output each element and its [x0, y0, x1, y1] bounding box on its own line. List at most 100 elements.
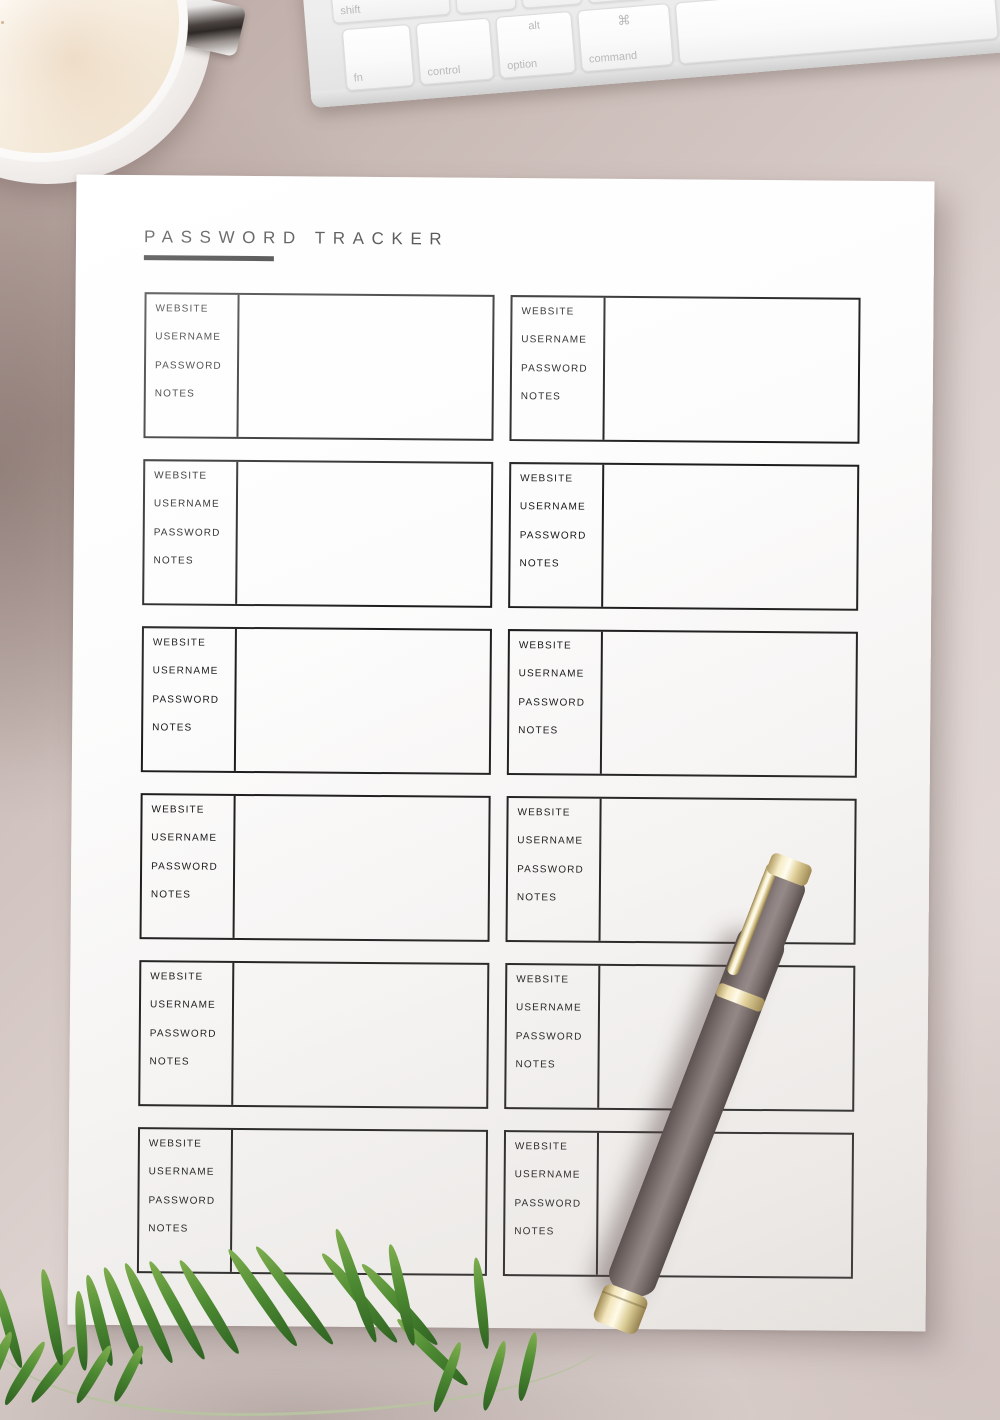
field-password[interactable]	[604, 522, 857, 552]
field-website[interactable]	[599, 1133, 852, 1163]
password-card[interactable]: WEBSITE USERNAME PASSWORD NOTES	[142, 459, 494, 608]
label-website: WEBSITE	[520, 472, 574, 485]
label-username: USERNAME	[148, 1166, 215, 1179]
password-card[interactable]: WEBSITE USERNAME PASSWORD NOTES	[506, 629, 858, 778]
label-website: WEBSITE	[514, 1140, 569, 1153]
field-username[interactable]	[603, 660, 856, 691]
label-row-notes: NOTES	[142, 881, 233, 910]
card-write-area[interactable]	[601, 799, 855, 943]
card-label-column: WEBSITE USERNAME PASSWORD NOTES	[511, 297, 606, 440]
password-card-grid: WEBSITE USERNAME PASSWORD NOTES WEBSITE …	[136, 292, 861, 1279]
label-row-password: PASSWORD	[143, 685, 234, 714]
password-card[interactable]: WEBSITE USERNAME PASSWORD NOTES	[140, 626, 492, 775]
label-password: PASSWORD	[519, 529, 587, 542]
field-username[interactable]	[605, 326, 858, 357]
field-password[interactable]	[238, 519, 491, 549]
field-username[interactable]	[235, 824, 488, 855]
label-website: WEBSITE	[516, 973, 570, 986]
password-card[interactable]: WEBSITE USERNAME PASSWORD NOTES	[138, 960, 490, 1109]
field-notes[interactable]	[602, 717, 855, 748]
field-username[interactable]	[604, 493, 857, 524]
label-username: USERNAME	[155, 331, 222, 344]
label-row-password: PASSWORD	[509, 688, 600, 717]
field-website[interactable]	[601, 799, 854, 829]
field-username[interactable]	[239, 323, 492, 354]
field-password[interactable]	[234, 1020, 487, 1050]
field-notes[interactable]	[605, 383, 858, 414]
field-notes[interactable]	[601, 884, 854, 915]
key-command: ⌘ command	[577, 3, 674, 73]
label-row-username: USERNAME	[510, 660, 601, 689]
field-username[interactable]	[601, 827, 854, 858]
label-notes: NOTES	[149, 1056, 190, 1068]
label-website: WEBSITE	[155, 303, 209, 315]
card-label-column: WEBSITE USERNAME PASSWORD NOTES	[510, 464, 605, 607]
card-write-area[interactable]	[604, 298, 858, 442]
card-write-area[interactable]	[602, 632, 856, 776]
field-username[interactable]	[237, 657, 490, 688]
field-website[interactable]	[239, 295, 492, 325]
field-notes[interactable]	[237, 547, 490, 578]
page-title: PASSWORD TRACKER	[143, 227, 450, 249]
label-username: USERNAME	[519, 501, 586, 513]
label-row-password: PASSWORD	[508, 855, 599, 884]
field-username[interactable]	[599, 1161, 852, 1192]
label-website: WEBSITE	[517, 806, 571, 819]
field-password[interactable]	[235, 853, 488, 883]
field-password[interactable]	[601, 856, 854, 886]
field-notes[interactable]	[239, 380, 492, 411]
field-website[interactable]	[605, 298, 858, 328]
key-control-label: control	[427, 63, 461, 79]
field-website[interactable]	[233, 1130, 486, 1160]
field-password[interactable]	[232, 1187, 485, 1217]
card-write-area[interactable]	[236, 629, 490, 773]
label-notes: NOTES	[515, 1059, 556, 1071]
label-row-password: PASSWORD	[142, 852, 233, 881]
label-password: PASSWORD	[515, 1030, 583, 1043]
password-card[interactable]: WEBSITE USERNAME PASSWORD NOTES	[139, 793, 491, 942]
field-username[interactable]	[233, 1158, 486, 1189]
label-username: USERNAME	[151, 832, 218, 845]
label-website: WEBSITE	[518, 639, 572, 652]
label-notes: NOTES	[154, 388, 196, 400]
field-notes[interactable]	[235, 881, 488, 912]
label-row-password: PASSWORD	[141, 1019, 232, 1048]
label-row-notes: NOTES	[508, 884, 599, 913]
card-write-area[interactable]	[237, 462, 491, 606]
field-website[interactable]	[237, 629, 490, 659]
label-notes: NOTES	[516, 892, 558, 904]
password-card[interactable]: WEBSITE USERNAME PASSWORD NOTES	[143, 292, 495, 441]
field-password[interactable]	[605, 355, 858, 385]
command-glyph-icon: ⌘	[616, 12, 632, 29]
label-notes: NOTES	[152, 722, 193, 734]
label-row-password: PASSWORD	[512, 354, 603, 383]
label-row-username: USERNAME	[141, 991, 232, 1020]
field-username[interactable]	[234, 991, 487, 1022]
field-username[interactable]	[238, 490, 491, 521]
card-write-area[interactable]	[603, 465, 857, 609]
field-notes[interactable]	[236, 714, 489, 745]
label-password: PASSWORD	[151, 861, 218, 873]
field-password[interactable]	[236, 686, 489, 716]
field-notes[interactable]	[233, 1048, 486, 1079]
password-card[interactable]: WEBSITE USERNAME PASSWORD NOTES	[509, 295, 861, 444]
field-website[interactable]	[603, 632, 856, 662]
field-password[interactable]	[239, 352, 492, 382]
label-username: USERNAME	[514, 1169, 581, 1181]
key-c: C	[583, 0, 649, 4]
label-row-username: USERNAME	[140, 1158, 231, 1187]
field-website[interactable]	[235, 796, 488, 826]
label-password: PASSWORD	[154, 360, 222, 372]
card-write-area[interactable]	[233, 963, 487, 1107]
label-row-username: USERNAME	[511, 493, 602, 522]
field-website[interactable]	[234, 963, 487, 993]
field-website[interactable]	[604, 465, 857, 495]
card-write-area[interactable]	[238, 295, 492, 439]
field-password[interactable]	[602, 689, 855, 719]
card-write-area[interactable]	[235, 796, 489, 940]
password-card[interactable]: WEBSITE USERNAME PASSWORD NOTES	[508, 462, 860, 611]
key-command-label: command	[588, 49, 638, 66]
field-notes[interactable]	[603, 550, 856, 581]
label-row-username: USERNAME	[507, 994, 598, 1023]
field-website[interactable]	[238, 462, 491, 492]
